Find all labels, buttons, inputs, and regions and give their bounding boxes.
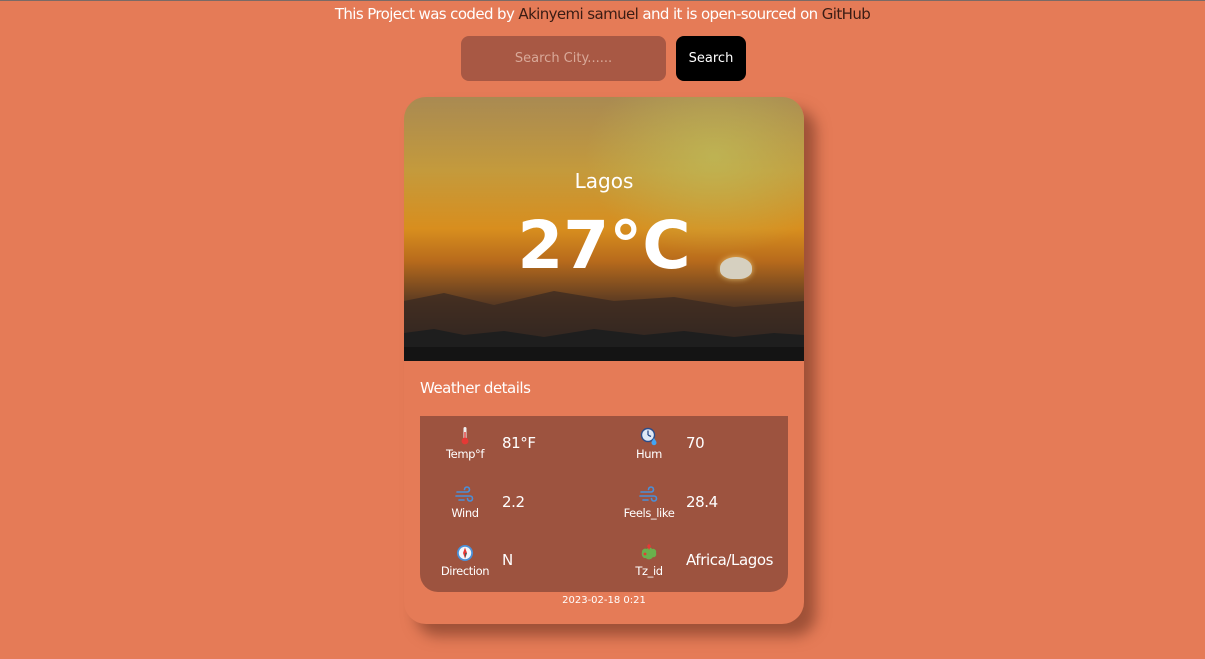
detail-feels-like: Feels_like 28.4: [620, 485, 800, 535]
compass-icon: [457, 545, 473, 561]
detail-temp-f: Temp°f 81°F: [436, 426, 616, 476]
weather-hero-image: Lagos 27°C: [404, 97, 804, 361]
detail-humidity: Hum 70: [620, 426, 800, 476]
github-link[interactable]: GitHub: [822, 5, 871, 23]
city-name: Lagos: [574, 169, 634, 193]
author-link[interactable]: Akinyemi samuel: [518, 5, 638, 23]
credit-middle: and it is open-sourced on: [642, 5, 818, 23]
hills-silhouette: [404, 291, 804, 361]
detail-timezone: Tz_id Africa/Lagos: [620, 543, 800, 593]
detail-value: Africa/Lagos: [686, 551, 774, 569]
detail-label: Temp°f: [445, 447, 485, 461]
detail-label: Hum: [636, 447, 662, 461]
detail-value: N: [502, 551, 513, 569]
humidity-icon: [640, 427, 657, 446]
detail-label: Direction: [440, 564, 490, 578]
thermometer-icon: [461, 427, 469, 445]
detail-label: Feels_like: [623, 506, 675, 520]
detail-label: Wind: [451, 506, 479, 520]
last-updated-time: 2023-02-18 0:21: [562, 595, 646, 606]
detail-direction: Direction N: [436, 543, 616, 593]
detail-value: 81°F: [502, 434, 536, 452]
search-button[interactable]: Search: [676, 36, 746, 81]
details-heading: Weather details: [420, 379, 531, 397]
detail-value: 2.2: [502, 493, 525, 511]
search-bar: Search: [461, 36, 746, 81]
credit-line: This Project was coded by Akinyemi samue…: [0, 5, 1205, 23]
weather-card: Lagos 27°C Weather details Temp°f 81°F H…: [404, 97, 804, 624]
search-input[interactable]: [461, 36, 666, 81]
globe-icon: [641, 543, 657, 560]
detail-label: Tz_id: [635, 564, 663, 578]
detail-value: 28.4: [686, 493, 718, 511]
wind-icon: [639, 486, 658, 502]
weather-details-panel: Temp°f 81°F Hum 70 Wind 2.2 Feels_like 2…: [420, 416, 788, 592]
detail-wind: Wind 2.2: [436, 485, 616, 535]
credit-prefix: This Project was coded by: [334, 5, 515, 23]
temperature-celsius: 27°C: [517, 207, 691, 284]
detail-value: 70: [686, 434, 705, 452]
wind-icon: [455, 486, 474, 502]
